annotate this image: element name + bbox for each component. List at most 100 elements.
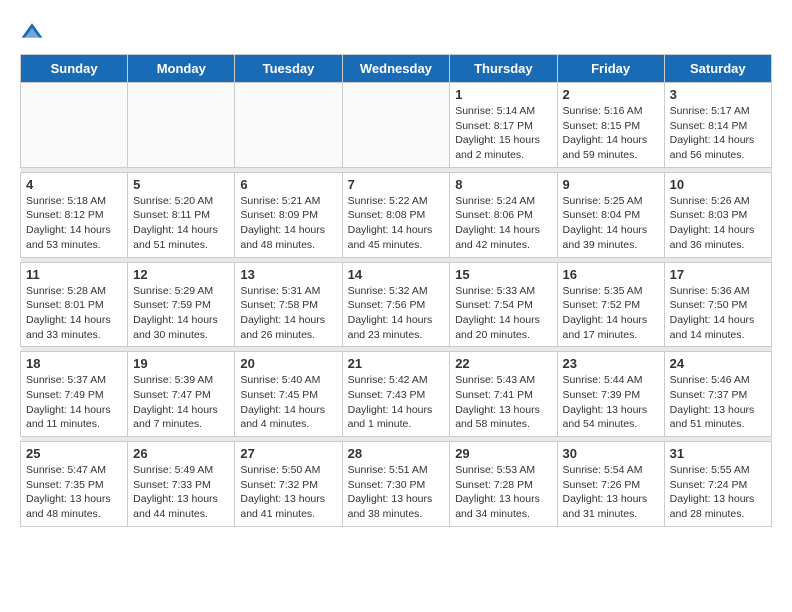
day-info: Sunrise: 5:53 AM Sunset: 7:28 PM Dayligh… [455, 463, 551, 522]
day-info: Sunrise: 5:36 AM Sunset: 7:50 PM Dayligh… [670, 284, 766, 343]
day-info: Sunrise: 5:14 AM Sunset: 8:17 PM Dayligh… [455, 104, 551, 163]
calendar-cell: 29 Sunrise: 5:53 AM Sunset: 7:28 PM Dayli… [450, 442, 557, 527]
calendar-week-row: 1 Sunrise: 5:14 AM Sunset: 8:17 PM Daylig… [21, 83, 772, 168]
day-number: 1 [455, 87, 551, 102]
day-info: Sunrise: 5:39 AM Sunset: 7:47 PM Dayligh… [133, 373, 229, 432]
day-number: 22 [455, 356, 551, 371]
day-number: 20 [240, 356, 336, 371]
calendar-cell: 12 Sunrise: 5:29 AM Sunset: 7:59 PM Dayli… [128, 262, 235, 347]
calendar-cell: 5 Sunrise: 5:20 AM Sunset: 8:11 PM Daylig… [128, 172, 235, 257]
day-info: Sunrise: 5:32 AM Sunset: 7:56 PM Dayligh… [348, 284, 445, 343]
calendar-cell: 1 Sunrise: 5:14 AM Sunset: 8:17 PM Daylig… [450, 83, 557, 168]
day-number: 26 [133, 446, 229, 461]
calendar-cell: 9 Sunrise: 5:25 AM Sunset: 8:04 PM Daylig… [557, 172, 664, 257]
day-number: 19 [133, 356, 229, 371]
day-number: 15 [455, 267, 551, 282]
day-number: 16 [563, 267, 659, 282]
day-number: 21 [348, 356, 445, 371]
day-number: 14 [348, 267, 445, 282]
day-info: Sunrise: 5:16 AM Sunset: 8:15 PM Dayligh… [563, 104, 659, 163]
day-info: Sunrise: 5:50 AM Sunset: 7:32 PM Dayligh… [240, 463, 336, 522]
weekday-header-wednesday: Wednesday [342, 55, 450, 83]
day-number: 30 [563, 446, 659, 461]
calendar-cell: 3 Sunrise: 5:17 AM Sunset: 8:14 PM Daylig… [664, 83, 771, 168]
calendar-week-row: 4Sunrise: 5:18 AM Sunset: 8:12 PM Daylig… [21, 172, 772, 257]
day-number: 27 [240, 446, 336, 461]
calendar-cell: 25Sunrise: 5:47 AM Sunset: 7:35 PM Dayli… [21, 442, 128, 527]
weekday-header-sunday: Sunday [21, 55, 128, 83]
day-number: 17 [670, 267, 766, 282]
weekday-header-tuesday: Tuesday [235, 55, 342, 83]
day-info: Sunrise: 5:42 AM Sunset: 7:43 PM Dayligh… [348, 373, 445, 432]
day-number: 24 [670, 356, 766, 371]
calendar-cell: 11 Sunrise: 5:28 AM Sunset: 8:01 PM Dayli… [21, 262, 128, 347]
calendar-cell: 2 Sunrise: 5:16 AM Sunset: 8:15 PM Daylig… [557, 83, 664, 168]
calendar-week-row: 11 Sunrise: 5:28 AM Sunset: 8:01 PM Dayli… [21, 262, 772, 347]
day-info: Sunrise: 5:21 AM Sunset: 8:09 PM Dayligh… [240, 194, 336, 253]
day-number: 6 [240, 177, 336, 192]
day-info: Sunrise: 5:22 AM Sunset: 8:08 PM Dayligh… [348, 194, 445, 253]
calendar-cell: 20 Sunrise: 5:40 AM Sunset: 7:45 PM Dayli… [235, 352, 342, 437]
calendar-cell: 28 Sunrise: 5:51 AM Sunset: 7:30 PM Dayli… [342, 442, 450, 527]
day-info: Sunrise: 5:55 AM Sunset: 7:24 PM Dayligh… [670, 463, 766, 522]
day-info: Sunrise: 5:46 AM Sunset: 7:37 PM Dayligh… [670, 373, 766, 432]
calendar-cell: 30 Sunrise: 5:54 AM Sunset: 7:26 PM Dayli… [557, 442, 664, 527]
calendar-cell: 15 Sunrise: 5:33 AM Sunset: 7:54 PM Dayli… [450, 262, 557, 347]
day-number: 25 [26, 446, 122, 461]
day-info: Sunrise: 5:54 AM Sunset: 7:26 PM Dayligh… [563, 463, 659, 522]
day-number: 12 [133, 267, 229, 282]
calendar-cell [342, 83, 450, 168]
calendar-cell: 7Sunrise: 5:22 AM Sunset: 8:08 PM Daylig… [342, 172, 450, 257]
day-number: 13 [240, 267, 336, 282]
calendar-table: SundayMondayTuesdayWednesdayThursdayFrid… [20, 54, 772, 527]
day-number: 28 [348, 446, 445, 461]
day-number: 18 [26, 356, 122, 371]
calendar-cell [21, 83, 128, 168]
calendar-cell: 19 Sunrise: 5:39 AM Sunset: 7:47 PM Dayli… [128, 352, 235, 437]
calendar-cell: 6 Sunrise: 5:21 AM Sunset: 8:09 PM Daylig… [235, 172, 342, 257]
calendar-cell: 10 Sunrise: 5:26 AM Sunset: 8:03 PM Dayli… [664, 172, 771, 257]
calendar-cell: 13 Sunrise: 5:31 AM Sunset: 7:58 PM Dayli… [235, 262, 342, 347]
calendar-cell: 24 Sunrise: 5:46 AM Sunset: 7:37 PM Dayli… [664, 352, 771, 437]
calendar-cell: 23Sunrise: 5:44 AM Sunset: 7:39 PM Dayli… [557, 352, 664, 437]
day-info: Sunrise: 5:26 AM Sunset: 8:03 PM Dayligh… [670, 194, 766, 253]
calendar-cell: 21 Sunrise: 5:42 AM Sunset: 7:43 PM Dayli… [342, 352, 450, 437]
calendar-cell: 31 Sunrise: 5:55 AM Sunset: 7:24 PM Dayli… [664, 442, 771, 527]
calendar-cell [128, 83, 235, 168]
calendar-cell: 16 Sunrise: 5:35 AM Sunset: 7:52 PM Dayli… [557, 262, 664, 347]
day-info: Sunrise: 5:25 AM Sunset: 8:04 PM Dayligh… [563, 194, 659, 253]
calendar-cell: 22 Sunrise: 5:43 AM Sunset: 7:41 PM Dayli… [450, 352, 557, 437]
day-number: 3 [670, 87, 766, 102]
day-number: 29 [455, 446, 551, 461]
day-info: Sunrise: 5:43 AM Sunset: 7:41 PM Dayligh… [455, 373, 551, 432]
day-info: Sunrise: 5:28 AM Sunset: 8:01 PM Dayligh… [26, 284, 122, 343]
logo [20, 20, 48, 44]
day-info: Sunrise: 5:49 AM Sunset: 7:33 PM Dayligh… [133, 463, 229, 522]
weekday-header-saturday: Saturday [664, 55, 771, 83]
calendar-cell: 18Sunrise: 5:37 AM Sunset: 7:49 PM Dayli… [21, 352, 128, 437]
day-number: 2 [563, 87, 659, 102]
calendar-week-row: 25Sunrise: 5:47 AM Sunset: 7:35 PM Dayli… [21, 442, 772, 527]
day-number: 11 [26, 267, 122, 282]
day-info: Sunrise: 5:24 AM Sunset: 8:06 PM Dayligh… [455, 194, 551, 253]
calendar-cell: 17 Sunrise: 5:36 AM Sunset: 7:50 PM Dayli… [664, 262, 771, 347]
day-number: 10 [670, 177, 766, 192]
logo-icon [20, 20, 44, 44]
day-info: Sunrise: 5:29 AM Sunset: 7:59 PM Dayligh… [133, 284, 229, 343]
weekday-header-thursday: Thursday [450, 55, 557, 83]
day-number: 5 [133, 177, 229, 192]
calendar-cell: 8 Sunrise: 5:24 AM Sunset: 8:06 PM Daylig… [450, 172, 557, 257]
day-number: 31 [670, 446, 766, 461]
page-header [20, 20, 772, 44]
day-info: Sunrise: 5:20 AM Sunset: 8:11 PM Dayligh… [133, 194, 229, 253]
day-info: Sunrise: 5:40 AM Sunset: 7:45 PM Dayligh… [240, 373, 336, 432]
day-info: Sunrise: 5:17 AM Sunset: 8:14 PM Dayligh… [670, 104, 766, 163]
day-info: Sunrise: 5:51 AM Sunset: 7:30 PM Dayligh… [348, 463, 445, 522]
weekday-header-monday: Monday [128, 55, 235, 83]
day-info: Sunrise: 5:31 AM Sunset: 7:58 PM Dayligh… [240, 284, 336, 343]
day-number: 8 [455, 177, 551, 192]
day-info: Sunrise: 5:33 AM Sunset: 7:54 PM Dayligh… [455, 284, 551, 343]
day-info: Sunrise: 5:35 AM Sunset: 7:52 PM Dayligh… [563, 284, 659, 343]
calendar-cell: 26 Sunrise: 5:49 AM Sunset: 7:33 PM Dayli… [128, 442, 235, 527]
day-number: 9 [563, 177, 659, 192]
